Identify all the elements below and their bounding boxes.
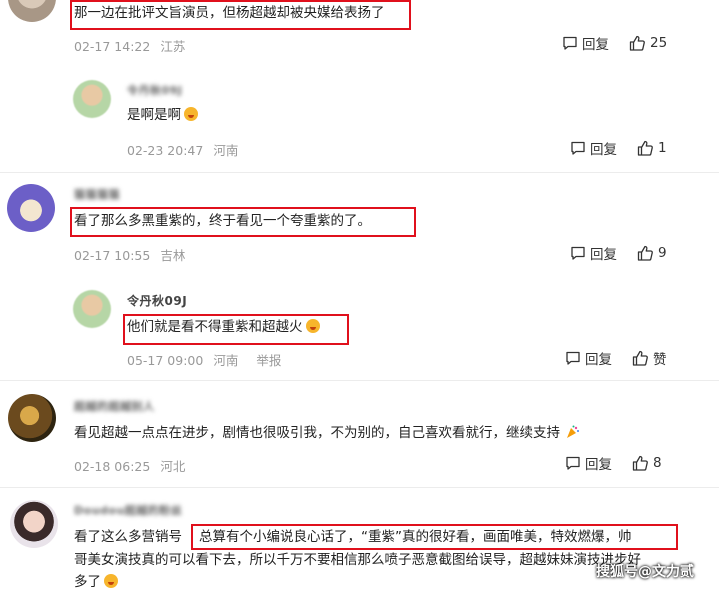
party-popper-icon [567,425,580,438]
report-link[interactable]: 举报 [256,353,281,368]
thumbs-up-icon [632,350,648,366]
comment-date: 02-18 06:25 [74,459,151,474]
comment-actions: 回复 25 [562,33,667,53]
comment-actions: 回复 赞 [565,348,667,368]
avatar[interactable] [8,394,56,442]
like-button[interactable]: 赞 [632,348,667,368]
comment-meta: 02-18 06:25 河北 [74,456,185,475]
reply-button[interactable]: 回复 [570,243,617,263]
username[interactable]: 令丹秋09J [127,292,187,309]
avatar[interactable] [7,184,55,232]
comment-date: 02-17 14:22 [74,39,151,54]
username[interactable]: Doudou超越的粉丝 [74,502,182,518]
like-count: 9 [658,245,667,261]
like-button[interactable]: 8 [632,455,662,471]
like-button[interactable]: 1 [637,140,667,156]
reply-button[interactable]: 回复 [565,453,612,473]
reply-label: 回复 [590,142,617,158]
avatar[interactable] [8,0,56,22]
comment-date: 02-23 20:47 [127,143,204,158]
grin-emoji-icon [305,319,320,333]
reply-button[interactable]: 回复 [570,138,617,158]
reply-icon [566,351,580,365]
like-count: 25 [650,35,668,51]
avatar[interactable] [10,500,58,548]
comment-location: 河北 [160,459,186,474]
comment-actions: 回复 1 [570,138,667,158]
thumbs-up-icon [629,35,645,51]
grin-emoji-icon [184,107,198,121]
like-count: 1 [658,140,667,156]
comment-actions: 回复 8 [565,453,662,473]
divider [0,172,719,173]
reply-label: 回复 [585,457,612,473]
comment-text-line: 总算有个小编说良心话了，“重紫”真的很好看，画面唯美，特效燃爆，帅 [199,529,632,545]
divider [0,487,719,488]
comment-location: 河南 [213,353,239,368]
comment-actions: 回复 9 [570,243,667,263]
grin-emoji-icon [104,574,118,588]
divider [0,380,719,381]
comment-text: 那一边在批评文旨演员，但杨超越却被央媒给表扬了 [74,5,385,21]
reply-label: 回复 [590,247,617,263]
reply-label: 回复 [582,37,609,53]
comment-meta: 05-17 09:00 河南 举报 [127,350,281,369]
comment-date: 05-17 09:00 [127,353,204,368]
comment-date: 02-17 10:55 [74,248,151,263]
like-button[interactable]: 25 [629,35,667,51]
reply-button[interactable]: 回复 [562,33,609,53]
reply-label: 回复 [585,352,612,368]
comment-meta: 02-23 20:47 河南 [127,140,238,159]
reply-icon [571,246,585,260]
thumbs-up-icon [637,140,653,156]
comment-meta: 02-17 14:22 江苏 [74,36,185,55]
comment-text-line: 看了这么多营销号 [74,529,182,545]
reply-icon [571,141,585,155]
comment-text-line: 哥美女演技真的可以看下去，所以千万不要相信那么喷子恶意截图给误导，超越妹妹演技进… [74,552,641,568]
reply-button[interactable]: 回复 [565,348,612,368]
comment-text: 看见超越一点点在进步，剧情也很吸引我，不为别的，自己喜欢看就行，继续支持 [74,422,580,445]
thumbs-up-icon [637,245,653,261]
comment-location: 河南 [213,143,239,158]
like-button[interactable]: 9 [637,245,667,261]
comment-text: 看了那么多黑重紫的，终于看见一个夸重紫的了。 [74,213,371,229]
thumbs-up-icon [632,455,648,471]
comment-text: 他们就是看不得重紫和超越火 [127,316,320,339]
comment-text-line: 多了 [74,571,118,589]
comment-location: 江苏 [160,39,186,54]
like-count: 赞 [653,352,667,368]
avatar[interactable] [73,80,111,118]
comment-location: 吉林 [160,248,186,263]
avatar[interactable] [73,290,111,328]
comment-meta: 02-17 10:55 吉林 [74,245,185,264]
username[interactable]: 令丹秋09J [127,82,182,98]
reply-icon [566,456,580,470]
watermark: 搜狐号@文力贰 [596,564,694,580]
username[interactable]: 超越的超越别人 [74,398,155,414]
reply-icon [563,36,577,50]
like-count: 8 [653,455,662,471]
username[interactable]: 猫猫猫猫 [74,186,120,202]
comment-text: 是啊是啊 [127,104,198,127]
